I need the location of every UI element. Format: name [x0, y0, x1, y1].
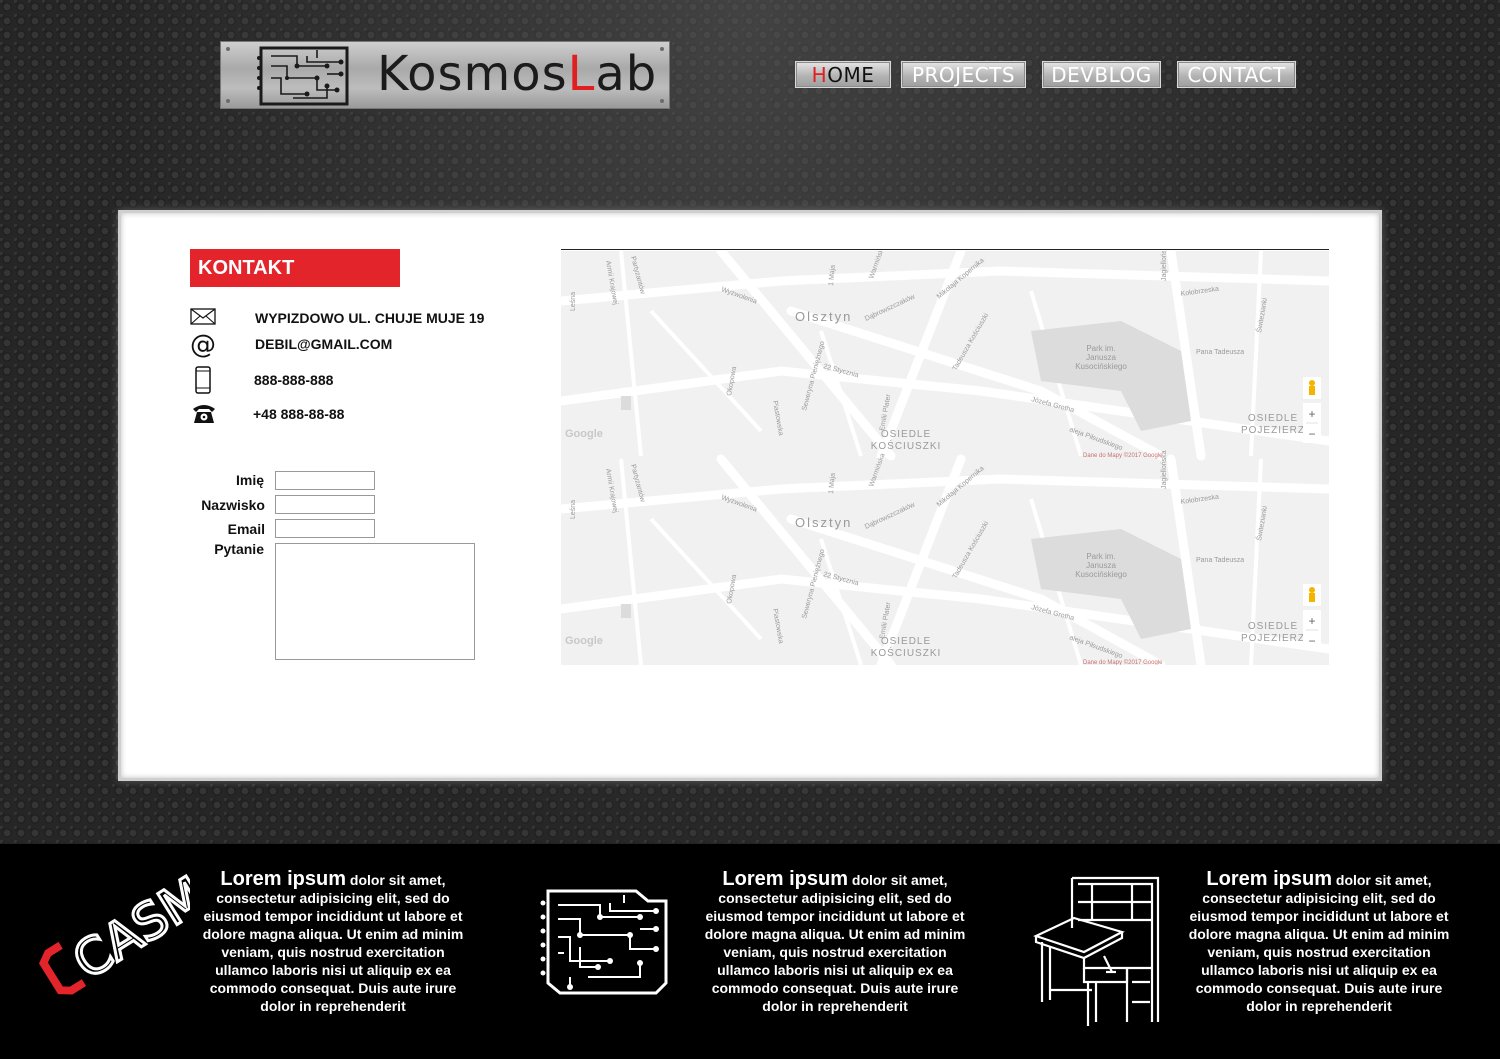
feature-text-1: Lorem ipsum dolor sit amet, consectetur …	[202, 868, 464, 1014]
zoom-in-button: +	[1308, 614, 1315, 628]
pegman-icon	[1309, 587, 1315, 593]
screw-icon	[226, 99, 230, 103]
circuit-chip-icon	[257, 46, 349, 106]
map-divider	[561, 249, 1329, 250]
zoom-in-button: +	[1308, 407, 1315, 421]
map-park-label: Kusocińskiego	[1075, 570, 1127, 579]
circuit-board-icon	[540, 889, 668, 995]
site-logo[interactable]: KosmosLab	[220, 41, 670, 109]
google-watermark: Google	[565, 428, 603, 440]
casm-logo-text: CASM	[63, 868, 190, 991]
map-city-label: Olsztyn	[795, 515, 852, 530]
map-park-label: Park im.	[1086, 344, 1115, 353]
map-street-label: Leśna	[570, 500, 577, 519]
map-park-label: Park im.	[1086, 552, 1115, 561]
nav-home[interactable]: HOME	[795, 61, 891, 88]
map-district-label: POJEZIERZ	[1241, 425, 1305, 436]
map-district-label: POJEZIERZ	[1241, 633, 1305, 644]
pegman-icon	[1309, 380, 1315, 386]
map-district-label: KOŚCIUSZKI	[871, 646, 942, 659]
map-park-label: Janusza	[1086, 561, 1116, 570]
zoom-out-button: −	[1308, 427, 1315, 441]
casm-logo-icon: CASM	[39, 868, 190, 995]
at-sign-icon: @	[190, 330, 216, 360]
nav-devblog[interactable]: DEVBLOG	[1042, 61, 1161, 88]
email-text: DEBIL@GMAIL.COM	[255, 336, 393, 352]
contact-heading: KONTAKT	[190, 249, 400, 287]
question-textarea[interactable]	[275, 543, 475, 660]
map-district-label: OSIEDLE	[881, 429, 931, 440]
envelope-icon	[190, 308, 216, 325]
surname-label: Nazwisko	[201, 497, 265, 513]
map-city-label: Olsztyn	[795, 309, 852, 324]
question-label: Pytanie	[214, 541, 264, 557]
map-street-label: Jagiellońska	[1161, 251, 1168, 281]
screw-icon	[226, 47, 230, 51]
telephone-icon	[193, 405, 215, 423]
map-attribution: Dane do Mapy ©2017 Google	[1083, 659, 1163, 665]
map-district-label: OSIEDLE	[881, 636, 931, 647]
address-text: WYPIZDOWO UL. CHUJE MUJE 19	[255, 310, 485, 326]
name-label: Imię	[235, 472, 264, 488]
map-district-label: OSIEDLE	[1248, 413, 1298, 424]
map-street-label: Leśna	[570, 292, 577, 311]
map-attribution: Dane do Mapy ©2017 Google	[1083, 452, 1163, 459]
mobile-text: 888-888-888	[254, 372, 334, 388]
map-district-label: OSIEDLE	[1248, 621, 1298, 632]
map-park-label: Kusocińskiego	[1075, 362, 1127, 371]
feature-text-2: Lorem ipsum dolor sit amet, consectetur …	[704, 868, 966, 1014]
map-street-label: Pana Tadeusza	[1196, 349, 1244, 356]
feature-text-3: Lorem ipsum dolor sit amet, consectetur …	[1188, 868, 1450, 1014]
mobile-phone-icon	[195, 366, 211, 394]
map-park-label: Janusza	[1086, 353, 1116, 362]
map-district-label: KOŚCIUSZKI	[871, 439, 942, 452]
screw-icon	[660, 47, 664, 51]
map-street-label: Pana Tadeusza	[1196, 557, 1244, 564]
email-label: Email	[227, 521, 265, 537]
nav-contact[interactable]: CONTACT	[1177, 61, 1296, 88]
phone-text: +48 888-88-88	[253, 406, 345, 422]
google-watermark: Google	[565, 635, 603, 647]
screw-icon	[660, 99, 664, 103]
google-map[interactable]: Olsztyn Olsztyn OSIEDLE KOŚCIUSZKI OSIED…	[561, 251, 1329, 665]
nav-projects[interactable]: PROJECTS	[901, 61, 1026, 88]
brand-name: KosmosLab	[377, 46, 658, 102]
surname-input[interactable]	[275, 495, 375, 514]
zoom-out-button: −	[1308, 634, 1315, 648]
email-input[interactable]	[275, 519, 375, 538]
name-input[interactable]	[275, 471, 375, 490]
workbench-desk-icon	[1033, 876, 1160, 1026]
